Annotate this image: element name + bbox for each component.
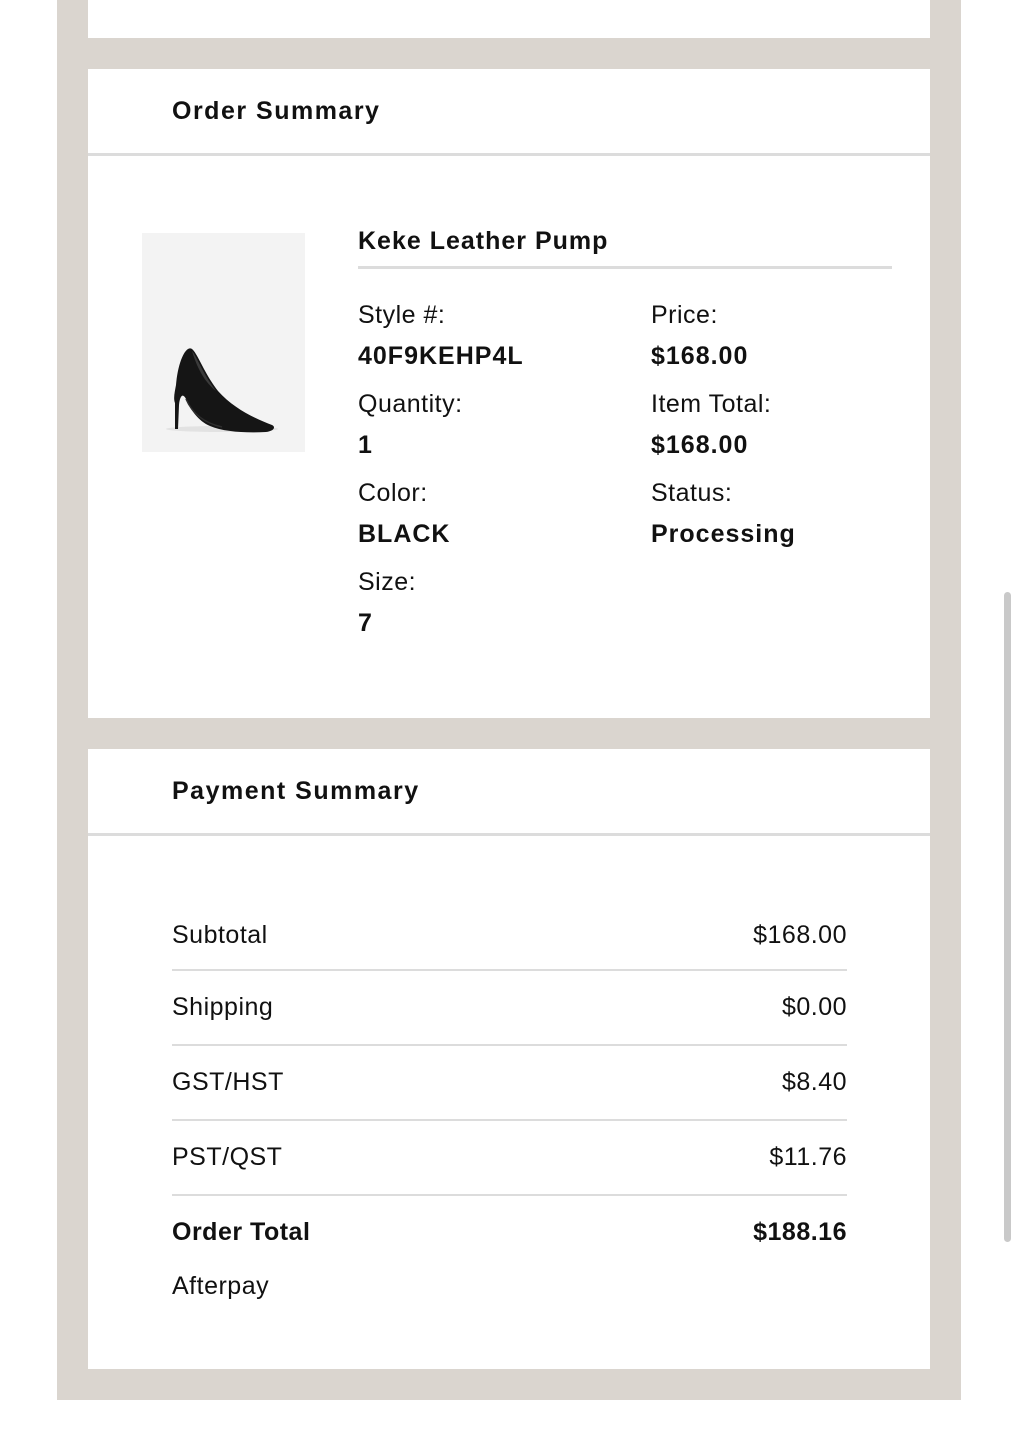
shipping-value: $0.00 <box>781 993 847 1021</box>
size-value: 7 <box>358 609 373 637</box>
shipping-label: Shipping <box>172 993 274 1021</box>
price-detail: Price: $168.00 <box>651 300 748 371</box>
style-label: Style #: <box>358 301 446 329</box>
gst-hst-value: $8.40 <box>781 1068 847 1096</box>
gst-hst-label: GST/HST <box>172 1068 284 1096</box>
pst-qst-value: $11.76 <box>769 1143 847 1171</box>
payment-summary-header: Payment Summary <box>88 749 930 836</box>
color-detail: Color: BLACK <box>358 478 451 549</box>
item-total-detail: Item Total: $168.00 <box>651 389 771 460</box>
pst-qst-label: PST/QST <box>172 1143 283 1171</box>
price-label: Price: <box>651 301 718 329</box>
price-value: $168.00 <box>651 342 749 370</box>
status-detail: Status: Processing <box>651 478 796 549</box>
pst-qst-row: PST/QST $11.76 <box>172 1121 847 1196</box>
color-label: Color: <box>358 479 428 507</box>
color-value: BLACK <box>358 520 451 548</box>
order-total-label: Order Total <box>172 1217 311 1246</box>
status-value: Processing <box>651 520 796 548</box>
gst-hst-row: GST/HST $8.40 <box>172 1046 847 1121</box>
order-summary-card: Order Summary Keke Leather Pump Style #:… <box>88 69 930 718</box>
shipping-row: Shipping $0.00 <box>172 971 847 1046</box>
subtotal-row: Subtotal $168.00 <box>172 901 847 971</box>
scrollbar[interactable] <box>1004 592 1011 1242</box>
size-detail: Size: 7 <box>358 567 416 638</box>
style-detail: Style #: 40F9KEHP4L <box>358 300 524 371</box>
item-total-label: Item Total: <box>651 390 772 418</box>
quantity-value: 1 <box>358 431 373 459</box>
payment-summary-card: Payment Summary Subtotal $168.00 Shippin… <box>88 749 930 1369</box>
quantity-detail: Quantity: 1 <box>358 389 463 460</box>
subtotal-label: Subtotal <box>172 920 268 949</box>
black-pump-shoe-icon <box>166 348 278 433</box>
order-total-value: $188.16 <box>753 1217 847 1246</box>
payment-rows: Subtotal $168.00 Shipping $0.00 GST/HST … <box>172 901 847 1301</box>
product-image[interactable] <box>142 233 305 452</box>
order-summary-header: Order Summary <box>88 69 930 156</box>
order-summary-title: Order Summary <box>172 96 381 125</box>
style-value: 40F9KEHP4L <box>358 342 524 370</box>
quantity-label: Quantity: <box>358 390 463 418</box>
payment-method: Afterpay <box>172 1272 270 1300</box>
previous-card <box>88 0 930 38</box>
subtotal-value: $168.00 <box>753 920 847 949</box>
size-label: Size: <box>358 568 417 596</box>
payment-summary-title: Payment Summary <box>172 776 420 805</box>
status-label: Status: <box>651 479 733 507</box>
product-name[interactable]: Keke Leather Pump <box>358 227 892 269</box>
item-total-value: $168.00 <box>651 431 749 459</box>
order-total-row: Order Total $188.16 <box>172 1196 847 1268</box>
